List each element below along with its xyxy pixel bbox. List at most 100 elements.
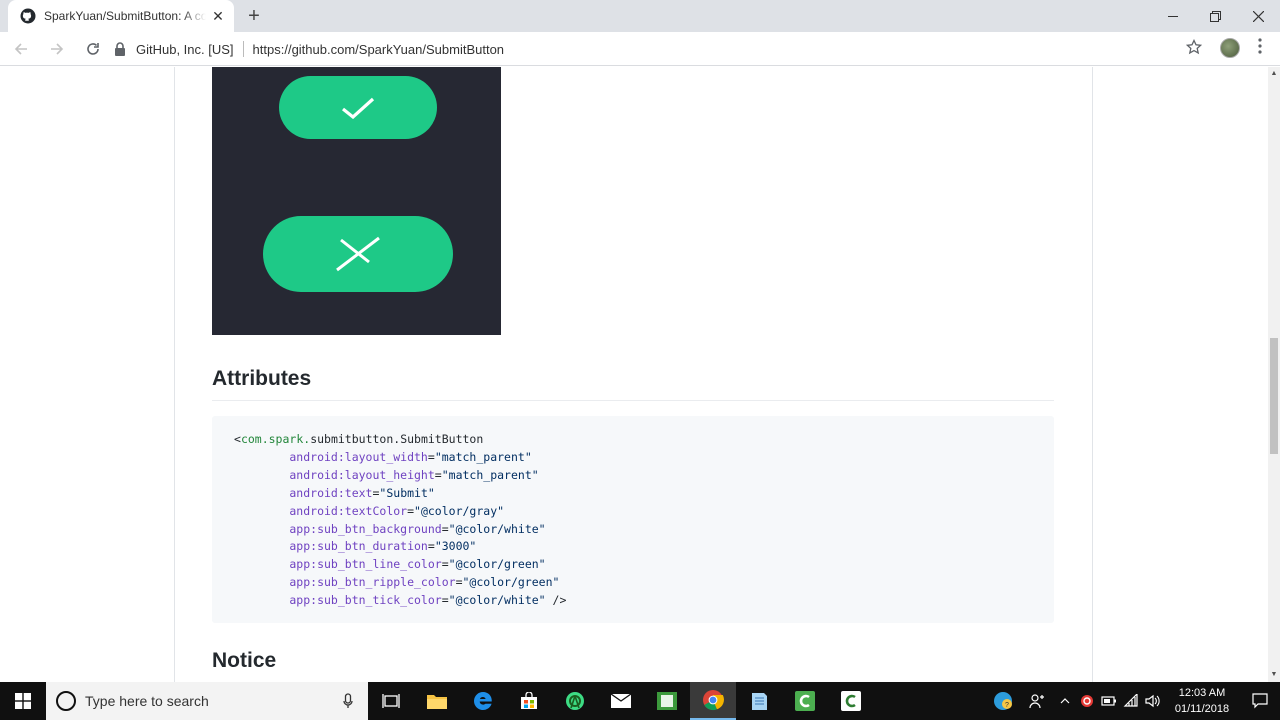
- code-token: =: [407, 503, 415, 518]
- checkmark-icon: [342, 97, 375, 119]
- code-token: com.spark.: [240, 432, 311, 446]
- code-token: android:layout_width: [234, 449, 428, 464]
- android-studio-icon[interactable]: [552, 682, 598, 720]
- battery-icon[interactable]: [1098, 682, 1120, 720]
- tab-strip: SparkYuan/SubmitButton: A cool ✕ +: [0, 0, 1280, 32]
- taskbar-search-placeholder: Type here to search: [85, 693, 209, 709]
- taskbar-clock[interactable]: 12:03 AM 01/11/2018: [1164, 685, 1240, 717]
- close-window-icon[interactable]: [1237, 0, 1280, 32]
- github-icon: [20, 8, 36, 24]
- clock-date: 01/11/2018: [1174, 703, 1230, 715]
- omnibox-divider: [242, 41, 244, 57]
- code-line: app:sub_btn_duration="3000": [234, 538, 1032, 556]
- antivirus-icon[interactable]: [1076, 682, 1098, 720]
- browser-toolbar: GitHub, Inc. [US] https://github.com/Spa…: [0, 32, 1280, 66]
- cortana-icon: [56, 691, 76, 711]
- notifications-icon[interactable]: [1240, 682, 1280, 720]
- code-token: =: [441, 593, 449, 608]
- window-controls: [1151, 0, 1280, 32]
- people-icon[interactable]: [1020, 682, 1054, 720]
- attributes-code-block: <com.spark.submitbutton.SubmitButton and…: [212, 416, 1054, 623]
- file-explorer-icon[interactable]: [414, 682, 460, 720]
- back-arrow-icon[interactable]: [6, 34, 36, 64]
- scroll-down-arrow-icon[interactable]: ▼: [1268, 668, 1280, 682]
- demo-gif-image: [212, 67, 501, 335]
- code-token: =: [441, 521, 449, 536]
- code-line: app:sub_btn_line_color="@color/green": [234, 556, 1032, 574]
- forward-arrow-icon[interactable]: [42, 34, 72, 64]
- code-token: android:textColor: [234, 503, 408, 518]
- code-token: =: [427, 449, 435, 464]
- demo-failure-button: [263, 216, 453, 292]
- microphone-icon[interactable]: [338, 691, 358, 711]
- chevron-up-icon[interactable]: [1054, 682, 1076, 720]
- code-token: "match_parent": [441, 467, 539, 482]
- new-tab-button[interactable]: +: [244, 6, 264, 26]
- chrome-icon[interactable]: [690, 682, 736, 720]
- code-token: android:text: [234, 485, 373, 500]
- code-token: =: [455, 575, 463, 590]
- green-app-icon[interactable]: [644, 682, 690, 720]
- code-token: =: [434, 467, 442, 482]
- scroll-up-arrow-icon[interactable]: ▲: [1268, 67, 1280, 81]
- system-tray: ? 12:03 AM 01/11/2018: [986, 682, 1280, 720]
- code-token: submitbutton.SubmitButton: [310, 432, 484, 446]
- code-token: "@color/green": [448, 557, 546, 572]
- url-text[interactable]: https://github.com/SparkYuan/SubmitButto…: [253, 42, 504, 57]
- code-token: app:sub_btn_duration: [234, 539, 428, 554]
- tab-title: SparkYuan/SubmitButton: A cool: [44, 9, 206, 23]
- taskbar-search[interactable]: Type here to search: [46, 682, 368, 720]
- code-token: />: [545, 593, 567, 608]
- site-identity[interactable]: GitHub, Inc. [US]: [136, 42, 234, 57]
- windows-taskbar: Type here to search ? 12:03 AM 01/11/201…: [0, 682, 1280, 720]
- code-token: "@color/green": [462, 575, 560, 590]
- page-viewport: Attributes <com.spark.submitbutton.Submi…: [0, 67, 1268, 682]
- code-line: android:layout_width="match_parent": [234, 449, 1032, 467]
- notepad-icon[interactable]: [736, 682, 782, 720]
- code-token: app:sub_btn_tick_color: [234, 593, 442, 608]
- code-token: app:sub_btn_line_color: [234, 557, 442, 572]
- code-token: android:layout_height: [234, 467, 435, 482]
- code-token: <: [234, 432, 241, 446]
- svg-text:?: ?: [1005, 702, 1009, 709]
- code-line: <com.spark.submitbutton.SubmitButton: [234, 431, 1032, 449]
- wifi-icon[interactable]: [1120, 682, 1142, 720]
- code-token: "@color/white": [448, 593, 546, 608]
- browser-tab[interactable]: SparkYuan/SubmitButton: A cool ✕: [8, 0, 234, 32]
- demo-success-button: [279, 76, 437, 139]
- address-bar[interactable]: GitHub, Inc. [US] https://github.com/Spa…: [104, 35, 1214, 63]
- task-view-icon[interactable]: [368, 682, 414, 720]
- clock-time: 12:03 AM: [1178, 687, 1226, 699]
- readme-border-left: [174, 67, 175, 682]
- code-token: app:sub_btn_ripple_color: [234, 575, 456, 590]
- code-line: android:layout_height="match_parent": [234, 467, 1032, 485]
- help-globe-icon[interactable]: ?: [986, 682, 1020, 720]
- minimize-icon[interactable]: [1151, 0, 1194, 32]
- profile-avatar[interactable]: [1220, 38, 1240, 58]
- bookmark-star-icon[interactable]: [1184, 38, 1204, 59]
- cross-icon: [336, 236, 380, 272]
- readme-border-right: [1092, 67, 1093, 682]
- windows-start-icon[interactable]: [0, 682, 46, 720]
- code-token: =: [427, 539, 435, 554]
- code-token: "match_parent": [434, 449, 532, 464]
- attributes-heading: Attributes: [212, 367, 1054, 401]
- close-tab-icon[interactable]: ✕: [210, 8, 226, 24]
- code-token: app:sub_btn_background: [234, 521, 442, 536]
- camtasia-recorder-icon[interactable]: [828, 682, 874, 720]
- code-token: "@color/white": [448, 521, 546, 536]
- lock-icon[interactable]: [114, 42, 128, 56]
- code-token: "3000": [434, 539, 477, 554]
- code-line: android:textColor="@color/gray": [234, 503, 1032, 521]
- page-scrollbar[interactable]: ▲ ▼: [1268, 67, 1280, 682]
- mail-icon[interactable]: [598, 682, 644, 720]
- restore-icon[interactable]: [1194, 0, 1237, 32]
- camtasia-icon[interactable]: [782, 682, 828, 720]
- browser-menu-icon[interactable]: [1252, 38, 1268, 60]
- volume-icon[interactable]: [1142, 682, 1164, 720]
- code-line: android:text="Submit": [234, 485, 1032, 503]
- store-icon[interactable]: [506, 682, 552, 720]
- edge-icon[interactable]: [460, 682, 506, 720]
- code-line: app:sub_btn_tick_color="@color/white" />: [234, 592, 1032, 610]
- scroll-thumb[interactable]: [1270, 338, 1278, 454]
